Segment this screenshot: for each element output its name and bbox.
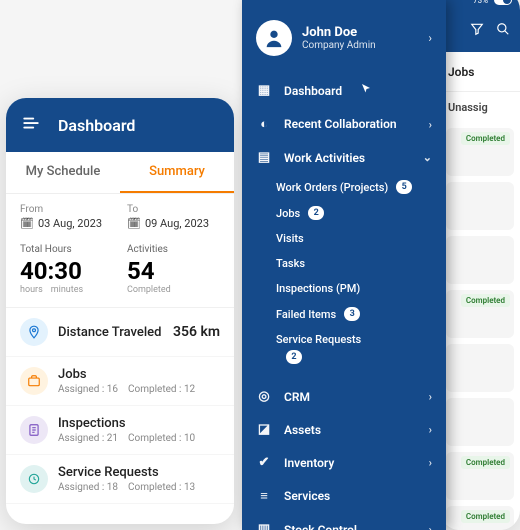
count-badge: 2: [308, 206, 324, 220]
stat-activities: Activities 54 Completed: [127, 244, 220, 295]
menu-icon[interactable]: [22, 114, 40, 137]
stats-row: Total Hours 40:30 hoursminutes Activitie…: [6, 234, 234, 308]
crm-icon: ◎: [256, 389, 272, 404]
right-header: [440, 10, 520, 52]
to-value: 09 Aug, 2023: [145, 217, 209, 230]
inventory-icon: ✔: [256, 455, 272, 470]
count-badge: 2: [286, 350, 302, 364]
nav-visits[interactable]: Visits: [242, 226, 446, 251]
chevron-right-icon: ›: [429, 390, 432, 403]
filter-icon[interactable]: [470, 22, 484, 40]
chevron-right-icon: ›: [429, 423, 432, 436]
row-jobs[interactable]: Jobs Assigned : 16 Completed : 12: [6, 357, 234, 406]
nav-service-requests-badge-row: 2: [242, 352, 446, 370]
status-bar: 73%: [440, 0, 520, 10]
nav-work-orders[interactable]: Work Orders (Projects) 5: [242, 174, 446, 200]
right-subtab-unassigned[interactable]: Unassig: [440, 92, 520, 122]
stock-icon: ▥: [256, 522, 272, 530]
phone-left: Dashboard My Schedule Summary From 🗓 03 A…: [6, 98, 234, 524]
status-badge: Completed: [461, 132, 510, 145]
profile-role: Company Admin: [302, 40, 376, 51]
nav-failed-items[interactable]: Failed Items 3: [242, 301, 446, 327]
profile-name: John Doe: [302, 25, 376, 40]
row-inspections[interactable]: Inspections Assigned : 21 Completed : 10: [6, 406, 234, 455]
nav-recent-collaboration[interactable]: ◐ Recent Collaboration ›: [242, 107, 446, 141]
calendar-icon: 🗓: [20, 217, 34, 230]
calendar-icon: 🗓: [127, 217, 141, 230]
from-value: 03 Aug, 2023: [38, 217, 102, 230]
stat-total-hours: Total Hours 40:30 hoursminutes: [20, 244, 113, 295]
right-tab-jobs[interactable]: Jobs: [440, 52, 520, 92]
job-card[interactable]: [446, 182, 514, 230]
chevron-right-icon: ›: [429, 456, 432, 469]
status-badge: Completed: [461, 510, 510, 523]
row-service-requests[interactable]: Service Requests Assigned : 18 Completed…: [6, 455, 234, 504]
cursor-icon: [360, 83, 372, 98]
row-distance[interactable]: Distance Traveled 356 km: [6, 308, 234, 357]
status-badge: Completed: [461, 294, 510, 307]
clipboard-icon: ▤: [256, 150, 272, 165]
nav-dashboard[interactable]: ▦ Dashboard: [242, 74, 446, 107]
date-from[interactable]: From 🗓 03 Aug, 2023: [20, 204, 113, 230]
inspection-icon: [20, 416, 48, 444]
nav-assets[interactable]: ◪ Assets ›: [242, 413, 446, 446]
chevron-right-icon: ›: [428, 31, 432, 45]
toggle-icon: [494, 0, 512, 5]
job-card[interactable]: [446, 398, 514, 446]
date-to[interactable]: To 🗓 09 Aug, 2023: [127, 204, 220, 230]
nav-inventory[interactable]: ✔ Inventory ›: [242, 446, 446, 479]
battery-percent: 73%: [473, 0, 488, 5]
assets-icon: ◪: [256, 422, 272, 437]
clock-icon: ◐: [256, 116, 272, 132]
count-badge: 3: [344, 307, 360, 321]
status-badge: Completed: [461, 456, 510, 469]
nav-services[interactable]: ≡ Services: [242, 479, 446, 513]
nav-inspections[interactable]: Inspections (PM): [242, 276, 446, 301]
job-card[interactable]: [446, 344, 514, 392]
page-title: Dashboard: [58, 116, 135, 135]
distance-value: 356 km: [173, 324, 220, 340]
nav-stock-control[interactable]: ▥ Stock Control ›: [242, 513, 446, 530]
job-card[interactable]: [446, 236, 514, 284]
nav-tasks[interactable]: Tasks: [242, 251, 446, 276]
nav-jobs[interactable]: Jobs 2: [242, 200, 446, 226]
nav-work-activities[interactable]: ▤ Work Activities ⌄: [242, 141, 446, 174]
nav-service-requests[interactable]: Service Requests: [242, 327, 446, 352]
job-card[interactable]: Completed: [446, 290, 514, 338]
count-badge: 5: [396, 180, 412, 194]
tabs: My Schedule Summary: [6, 152, 234, 194]
from-label: From: [20, 204, 113, 215]
to-label: To: [127, 204, 220, 215]
chevron-right-icon: ›: [429, 118, 432, 131]
job-card[interactable]: Completed: [446, 506, 514, 530]
services-icon: ≡: [256, 488, 272, 504]
profile-section[interactable]: John Doe Company Admin ›: [242, 0, 446, 74]
job-card[interactable]: Completed: [446, 452, 514, 500]
grid-icon: ▦: [256, 83, 272, 98]
avatar-icon: [256, 20, 292, 56]
tab-my-schedule[interactable]: My Schedule: [6, 152, 120, 193]
date-range-row: From 🗓 03 Aug, 2023 To 🗓 09 Aug, 2023: [6, 194, 234, 234]
search-icon[interactable]: [496, 22, 510, 40]
left-header: Dashboard: [6, 98, 234, 152]
briefcase-icon: [20, 367, 48, 395]
nav-drawer: John Doe Company Admin › ▦ Dashboard ◐ R…: [242, 0, 446, 530]
service-request-icon: [20, 465, 48, 493]
chevron-down-icon: ⌄: [423, 151, 432, 164]
job-card[interactable]: Completed: [446, 128, 514, 176]
chevron-right-icon: ›: [429, 523, 432, 530]
phone-right-background: 73% Jobs Unassig Completed Completed Com…: [440, 0, 520, 530]
location-icon: [20, 318, 48, 346]
tab-summary[interactable]: Summary: [120, 152, 234, 193]
nav-crm[interactable]: ◎ CRM ›: [242, 380, 446, 413]
